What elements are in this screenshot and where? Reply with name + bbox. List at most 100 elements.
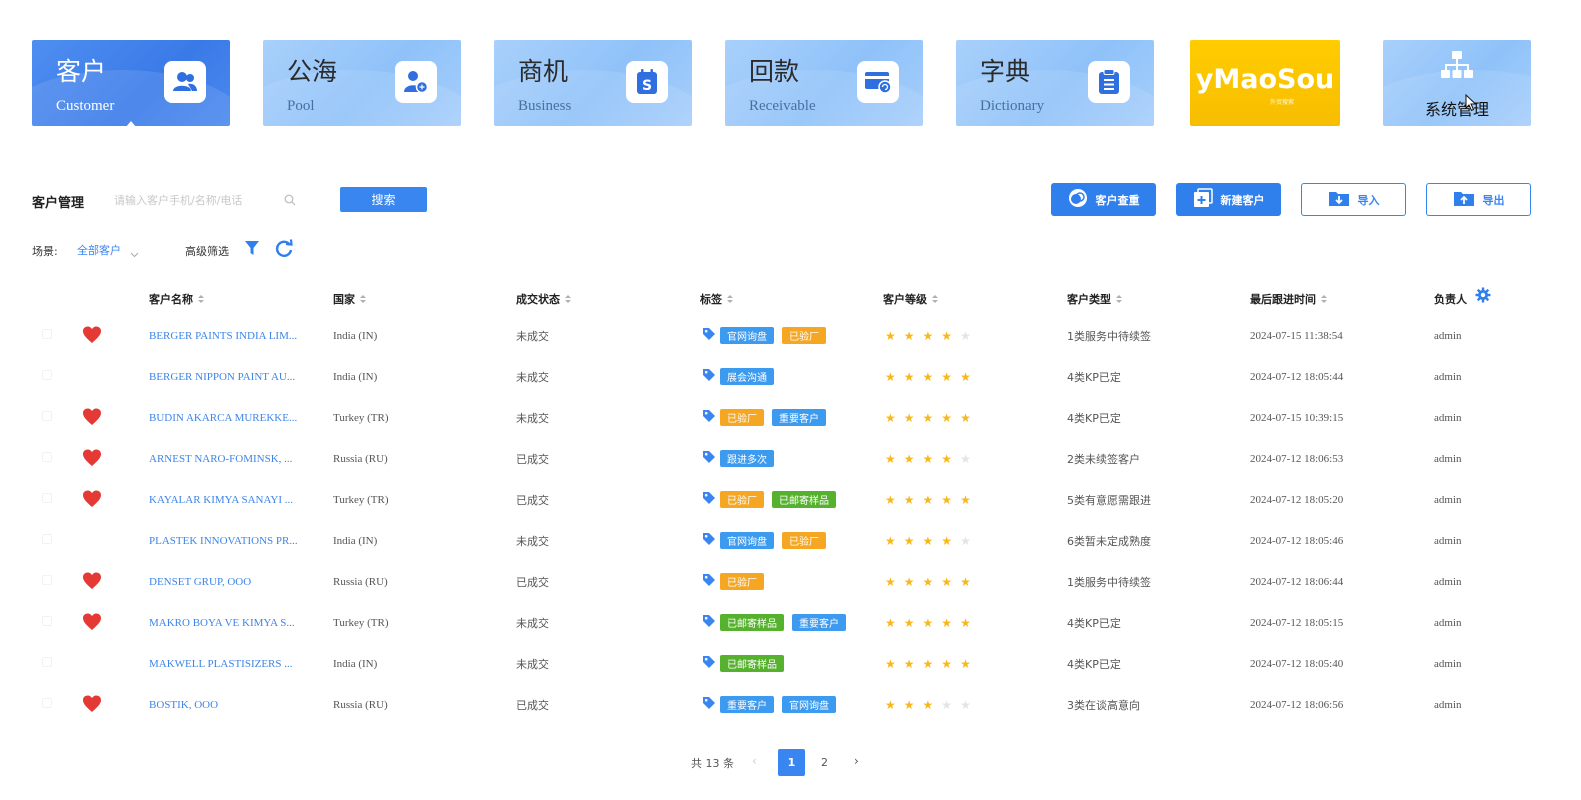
favorite-heart-icon[interactable]	[82, 448, 102, 468]
customer-name-link[interactable]: PLASTEK INNOVATIONS PR...	[149, 520, 298, 561]
customer-name-link[interactable]: DENSET GRUP, OOO	[149, 561, 251, 602]
star-filled-icon[interactable]: ★	[923, 576, 934, 588]
star-empty-icon[interactable]: ★	[960, 453, 971, 465]
refresh-icon[interactable]	[275, 239, 294, 263]
table-row[interactable]: ARNEST NARO-FOMINSK, ... Russia (RU) 已成交 跟进…	[0, 438, 1581, 479]
star-filled-icon[interactable]: ★	[960, 494, 971, 506]
customer-name-link[interactable]: MAKWELL PLASTISIZERS ...	[149, 643, 293, 684]
column-header-status[interactable]: 成交状态	[516, 291, 571, 307]
customer-name-link[interactable]: BOSTIK, OOO	[149, 684, 218, 725]
column-header-country[interactable]: 国家	[333, 291, 366, 307]
search-icon[interactable]	[284, 193, 296, 211]
advanced-filter-label[interactable]: 高级筛选	[185, 243, 229, 259]
star-filled-icon[interactable]: ★	[904, 371, 915, 383]
column-header-tags[interactable]: 标签	[700, 291, 733, 307]
sort-icon[interactable]	[360, 294, 366, 304]
star-filled-icon[interactable]: ★	[885, 412, 896, 424]
star-filled-icon[interactable]: ★	[923, 371, 934, 383]
favorite-heart-icon[interactable]	[82, 571, 102, 591]
star-filled-icon[interactable]: ★	[941, 371, 952, 383]
column-header-owner[interactable]: 负责人	[1434, 291, 1467, 307]
star-filled-icon[interactable]: ★	[904, 576, 915, 588]
customer-name-link[interactable]: KAYALAR KIMYA SANAYI ...	[149, 479, 293, 520]
table-row[interactable]: DENSET GRUP, OOO Russia (RU) 已成交 已验厂 ★ ★ ★ ★ ★ 1类…	[0, 561, 1581, 602]
star-filled-icon[interactable]: ★	[885, 658, 896, 670]
star-filled-icon[interactable]: ★	[941, 535, 952, 547]
customer-name-link[interactable]: BERGER NIPPON PAINT AU...	[149, 356, 295, 397]
module-customer[interactable]: 客户 Customer	[32, 40, 230, 126]
star-filled-icon[interactable]: ★	[960, 371, 971, 383]
search-button[interactable]: 搜索	[340, 187, 427, 212]
star-filled-icon[interactable]: ★	[941, 494, 952, 506]
chevron-right-icon[interactable]: ›	[854, 754, 859, 768]
column-header-level[interactable]: 客户等级	[883, 291, 938, 307]
star-filled-icon[interactable]: ★	[923, 412, 934, 424]
star-filled-icon[interactable]: ★	[960, 617, 971, 629]
table-row[interactable]: MAKWELL PLASTISIZERS ... India (IN) 未成交 已邮寄…	[0, 643, 1581, 684]
star-filled-icon[interactable]: ★	[885, 371, 896, 383]
module-ymaosou[interactable]: yMaoSou 外贸搜索	[1190, 40, 1340, 126]
row-checkbox[interactable]	[42, 616, 52, 626]
star-filled-icon[interactable]: ★	[885, 494, 896, 506]
column-header-name[interactable]: 客户名称	[149, 291, 204, 307]
star-filled-icon[interactable]: ★	[904, 453, 915, 465]
star-filled-icon[interactable]: ★	[923, 494, 934, 506]
star-filled-icon[interactable]: ★	[923, 699, 934, 711]
favorite-heart-icon[interactable]	[82, 489, 102, 509]
star-filled-icon[interactable]: ★	[941, 412, 952, 424]
star-filled-icon[interactable]: ★	[923, 658, 934, 670]
page-button-2[interactable]: 2	[811, 749, 838, 776]
customer-name-link[interactable]: BUDIN AKARCA MUREKKE...	[149, 397, 297, 438]
row-checkbox[interactable]	[42, 534, 52, 544]
star-filled-icon[interactable]: ★	[885, 330, 896, 342]
import-button[interactable]: 导入	[1301, 183, 1406, 216]
column-header-last-follow[interactable]: 最后跟进时间	[1250, 291, 1327, 307]
star-filled-icon[interactable]: ★	[923, 330, 934, 342]
customer-name-link[interactable]: MAKRO BOYA VE KIMYA S...	[149, 602, 295, 643]
table-row[interactable]: BUDIN AKARCA MUREKKE... Turkey (TR) 未成交 已验厂…	[0, 397, 1581, 438]
star-filled-icon[interactable]: ★	[941, 453, 952, 465]
star-filled-icon[interactable]: ★	[941, 576, 952, 588]
customer-name-link[interactable]: ARNEST NARO-FOMINSK, ...	[149, 438, 292, 479]
row-checkbox[interactable]	[42, 493, 52, 503]
favorite-heart-icon[interactable]	[82, 694, 102, 714]
star-empty-icon[interactable]: ★	[941, 699, 952, 711]
favorite-heart-icon[interactable]	[82, 407, 102, 427]
sort-icon[interactable]	[932, 294, 938, 304]
star-filled-icon[interactable]: ★	[904, 535, 915, 547]
star-filled-icon[interactable]: ★	[904, 658, 915, 670]
table-row[interactable]: BERGER NIPPON PAINT AU... India (IN) 未成交 展会…	[0, 356, 1581, 397]
star-empty-icon[interactable]: ★	[960, 699, 971, 711]
star-filled-icon[interactable]: ★	[941, 658, 952, 670]
module-pool[interactable]: 公海 Pool	[263, 40, 461, 126]
favorite-heart-icon[interactable]	[82, 325, 102, 345]
customer-dedupe-button[interactable]: 客户查重	[1051, 183, 1156, 216]
star-empty-icon[interactable]: ★	[960, 330, 971, 342]
star-filled-icon[interactable]: ★	[960, 412, 971, 424]
favorite-heart-icon[interactable]	[82, 612, 102, 632]
page-button-1[interactable]: 1	[778, 749, 805, 776]
filter-icon[interactable]	[244, 240, 260, 262]
table-row[interactable]: KAYALAR KIMYA SANAYI ... Turkey (TR) 已成交 已验…	[0, 479, 1581, 520]
sort-icon[interactable]	[727, 294, 733, 304]
chevron-down-icon[interactable]	[130, 245, 139, 263]
row-checkbox[interactable]	[42, 452, 52, 462]
customer-name-link[interactable]: BERGER PAINTS INDIA LIM...	[149, 315, 297, 356]
export-button[interactable]: 导出	[1426, 183, 1531, 216]
star-filled-icon[interactable]: ★	[960, 658, 971, 670]
row-checkbox[interactable]	[42, 329, 52, 339]
star-filled-icon[interactable]: ★	[904, 494, 915, 506]
module-system[interactable]: 系统管理	[1383, 40, 1531, 126]
star-filled-icon[interactable]: ★	[885, 576, 896, 588]
table-row[interactable]: MAKRO BOYA VE KIMYA S... Turkey (TR) 未成交 已邮…	[0, 602, 1581, 643]
star-filled-icon[interactable]: ★	[923, 453, 934, 465]
row-checkbox[interactable]	[42, 657, 52, 667]
search-input[interactable]	[106, 188, 306, 212]
row-checkbox[interactable]	[42, 411, 52, 421]
sort-icon[interactable]	[1116, 294, 1122, 304]
row-checkbox[interactable]	[42, 698, 52, 708]
module-receivable[interactable]: 回款 Receivable	[725, 40, 923, 126]
star-filled-icon[interactable]: ★	[885, 617, 896, 629]
star-filled-icon[interactable]: ★	[904, 330, 915, 342]
chevron-left-icon[interactable]: ‹	[752, 754, 757, 768]
